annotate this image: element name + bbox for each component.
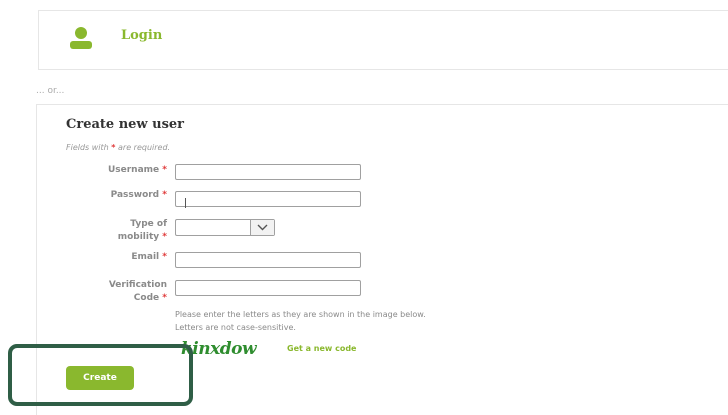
get-new-code-link[interactable]: Get a new code [287,344,356,353]
mobility-required-star: * [162,232,167,242]
username-label-text: Username [107,165,160,175]
required-note-suffix: are required. [118,143,171,152]
verification-label-line1: Verification [108,280,167,290]
required-fields-note: Fields with * are required. [66,143,170,152]
email-input[interactable] [175,252,361,268]
text-caret [185,198,186,208]
username-label: Username * [37,164,167,177]
mobility-select[interactable] [175,219,275,236]
email-label: Email * [37,251,167,264]
email-label-text: Email [131,252,160,262]
verification-code-input[interactable] [175,280,361,296]
login-link[interactable]: Login [121,28,162,43]
username-required-star: * [162,165,167,175]
required-star: * [111,143,116,152]
verification-required-star: * [162,293,167,303]
highlight-box [8,344,193,406]
mobility-label: Type of mobility * [37,218,167,244]
login-panel: Login [38,10,728,70]
username-input[interactable] [175,164,361,180]
verification-label-line2: Code [133,293,160,303]
or-separator: ... or... [36,86,65,96]
password-label: Password * [37,189,167,202]
password-label-text: Password [110,190,160,200]
user-icon [67,26,95,50]
create-user-title: Create new user [66,117,185,132]
captcha-help-line2: Letters are not case-sensitive. [175,323,296,332]
password-required-star: * [162,190,167,200]
chevron-down-icon[interactable] [250,220,274,235]
email-required-star: * [162,252,167,262]
password-input[interactable] [175,191,361,207]
verification-code-label: Verification Code * [37,279,167,305]
captcha-help-line1: Please enter the letters as they are sho… [175,310,426,319]
mobility-label-line2: mobility [117,232,160,242]
required-note-prefix: Fields with [66,143,109,152]
mobility-label-line1: Type of [130,219,167,229]
